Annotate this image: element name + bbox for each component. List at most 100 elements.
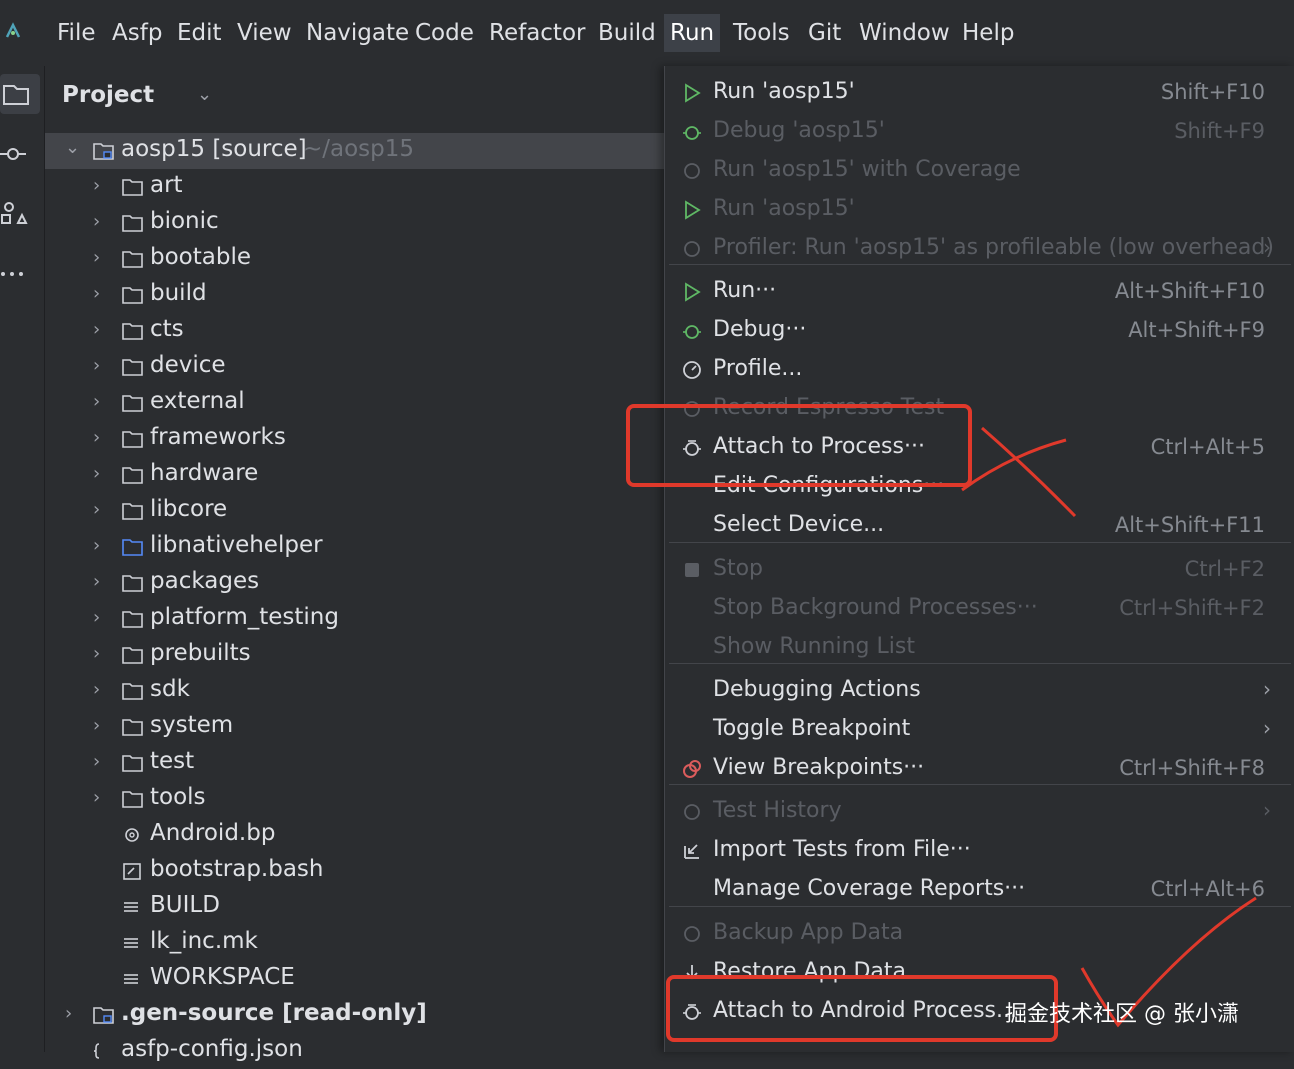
chevron-down-icon[interactable]: ⌄ [65, 137, 80, 158]
menu-item-run[interactable]: Run··· Alt+Shift+F10 [665, 273, 1294, 312]
menu-refactor[interactable]: Refactor [485, 18, 589, 48]
folder-icon [122, 429, 144, 449]
tree-row-folder[interactable]: › sdk [45, 673, 665, 709]
structure-tool-button[interactable] [0, 194, 40, 234]
tree-label: .gen-source [read-only] [121, 1000, 427, 1026]
folder-icon [3, 85, 29, 105]
menu-item-label: Show Running List [713, 634, 915, 659]
chevron-right-icon[interactable]: › [93, 787, 100, 808]
tree-row-folder[interactable]: › tools [45, 781, 665, 817]
menu-item-select-device[interactable]: Select Device... Alt+Shift+F11 [665, 507, 1294, 546]
menu-item-attach-to-process[interactable]: Attach to Process··· Ctrl+Alt+5 [665, 429, 1294, 468]
folder-icon [122, 177, 144, 197]
menu-item-debugging-actions[interactable]: Debugging Actions › [665, 672, 1294, 711]
tree-row-folder[interactable]: › external [45, 385, 665, 421]
tree-row-folder[interactable]: › cts [45, 313, 665, 349]
tree-row-folder[interactable]: › packages [45, 565, 665, 601]
tree-label: asfp-config.json [121, 1036, 303, 1062]
menu-code[interactable]: Code [411, 18, 478, 48]
menu-window[interactable]: Window [855, 18, 954, 48]
chevron-right-icon[interactable]: › [93, 535, 100, 556]
chevron-right-icon[interactable]: › [93, 283, 100, 304]
menu-view[interactable]: View [233, 18, 296, 48]
menu-item-label: Attach to Process··· [713, 434, 925, 459]
menu-item-edit-configurations[interactable]: Edit Configurations··· [665, 468, 1294, 507]
tree-row-folder[interactable]: › system [45, 709, 665, 745]
menu-item-label: Record Espresso Test [713, 395, 945, 420]
menu-item-profile[interactable]: Profile... [665, 351, 1294, 390]
project-tool-button[interactable] [0, 74, 40, 114]
menu-help[interactable]: Help [958, 18, 1018, 48]
chevron-right-icon[interactable]: › [93, 247, 100, 268]
menu-asfp[interactable]: Asfp [108, 18, 166, 48]
chevron-right-icon[interactable]: › [93, 463, 100, 484]
menu-item-shortcut: Ctrl+Shift+F2 [1119, 596, 1265, 620]
coverage-icon [681, 160, 703, 182]
menu-navigate[interactable]: Navigate [302, 18, 413, 48]
menu-item-run-aosp15[interactable]: Run 'aosp15' Shift+F10 [665, 74, 1294, 113]
tree-row-folder[interactable]: › device [45, 349, 665, 385]
chevron-right-icon[interactable]: › [93, 427, 100, 448]
tree-row-folder[interactable]: › hardware [45, 457, 665, 493]
menu-tools[interactable]: Tools [729, 18, 794, 48]
menu-run[interactable]: Run [664, 14, 721, 52]
chevron-right-icon[interactable]: › [93, 355, 100, 376]
commit-tool-button[interactable] [0, 134, 40, 174]
tree-label: bionic [150, 208, 219, 234]
android-studio-logo-icon [5, 22, 21, 38]
tree-row-folder[interactable]: › bootable [45, 241, 665, 277]
tree-row-file[interactable]: Android.bp [45, 817, 665, 853]
tree-row-folder[interactable]: › bionic [45, 205, 665, 241]
chevron-right-icon[interactable]: › [93, 211, 100, 232]
chevron-right-icon[interactable]: › [93, 175, 100, 196]
menu-item-debug[interactable]: Debug··· Alt+Shift+F9 [665, 312, 1294, 351]
tree-root-row[interactable]: ⌄ aosp15 [source] ~/aosp15 [45, 133, 665, 169]
menu-file[interactable]: File [53, 18, 100, 48]
chevron-down-icon[interactable]: ⌄ [197, 84, 212, 105]
tree-row-config[interactable]: asfp-config.json [45, 1033, 665, 1069]
tree-row-folder[interactable]: › libnativehelper [45, 529, 665, 565]
tree-row-file[interactable]: lk_inc.mk [45, 925, 665, 961]
menu-item-label: Edit Configurations··· [713, 473, 945, 498]
tree-row-folder[interactable]: › test [45, 745, 665, 781]
menu-edit[interactable]: Edit [173, 18, 226, 48]
tree-row-folder[interactable]: › libcore [45, 493, 665, 529]
menu-git[interactable]: Git [804, 18, 845, 48]
breakpoints-icon [681, 758, 703, 780]
run-icon [681, 199, 703, 221]
menu-item-view-breakpoints[interactable]: View Breakpoints··· Ctrl+Shift+F8 [665, 750, 1294, 789]
folder-icon [122, 681, 144, 701]
chevron-right-icon[interactable]: › [93, 571, 100, 592]
chevron-right-icon[interactable]: › [93, 607, 100, 628]
script-file-icon [122, 861, 144, 881]
tree-row-folder[interactable]: › build [45, 277, 665, 313]
folder-icon [122, 249, 144, 269]
menu-item-import-tests-from-file[interactable]: Import Tests from File··· [665, 832, 1294, 871]
chevron-right-icon[interactable]: › [93, 643, 100, 664]
chevron-right-icon[interactable]: › [93, 499, 100, 520]
menu-item-restore-app-data[interactable]: Restore App Data [665, 954, 1294, 993]
chevron-right-icon[interactable]: › [93, 391, 100, 412]
chevron-right-icon[interactable]: › [93, 679, 100, 700]
tree-row-folder[interactable]: › frameworks [45, 421, 665, 457]
menu-item-label: Debugging Actions [713, 677, 921, 702]
menu-item-manage-coverage-reports[interactable]: Manage Coverage Reports··· Ctrl+Alt+6 [665, 871, 1294, 910]
menu-build[interactable]: Build [594, 18, 660, 48]
tree-row-file[interactable]: WORKSPACE [45, 961, 665, 997]
chevron-right-icon[interactable]: › [93, 319, 100, 340]
menu-item-label: Debug 'aosp15' [713, 118, 885, 143]
tree-row-folder[interactable]: › platform_testing [45, 601, 665, 637]
tree-row-file[interactable]: bootstrap.bash [45, 853, 665, 889]
more-tools-button[interactable] [0, 254, 40, 294]
tree-row-folder[interactable]: › art [45, 169, 665, 205]
tree-row-file[interactable]: BUILD [45, 889, 665, 925]
menu-item-toggle-breakpoint[interactable]: Toggle Breakpoint › [665, 711, 1294, 750]
tree-row-folder[interactable]: › prebuilts [45, 637, 665, 673]
project-panel-title[interactable]: Project [62, 82, 154, 108]
chevron-right-icon[interactable]: › [93, 751, 100, 772]
tree-row-gen-source[interactable]: › .gen-source [read-only] [45, 997, 665, 1033]
chevron-right-icon[interactable]: › [65, 1003, 72, 1024]
menu-item-run-aosp15-with-coverage: Run 'aosp15' with Coverage [665, 152, 1294, 191]
chevron-right-icon[interactable]: › [93, 715, 100, 736]
menu-item-shortcut: Shift+F10 [1160, 80, 1265, 104]
